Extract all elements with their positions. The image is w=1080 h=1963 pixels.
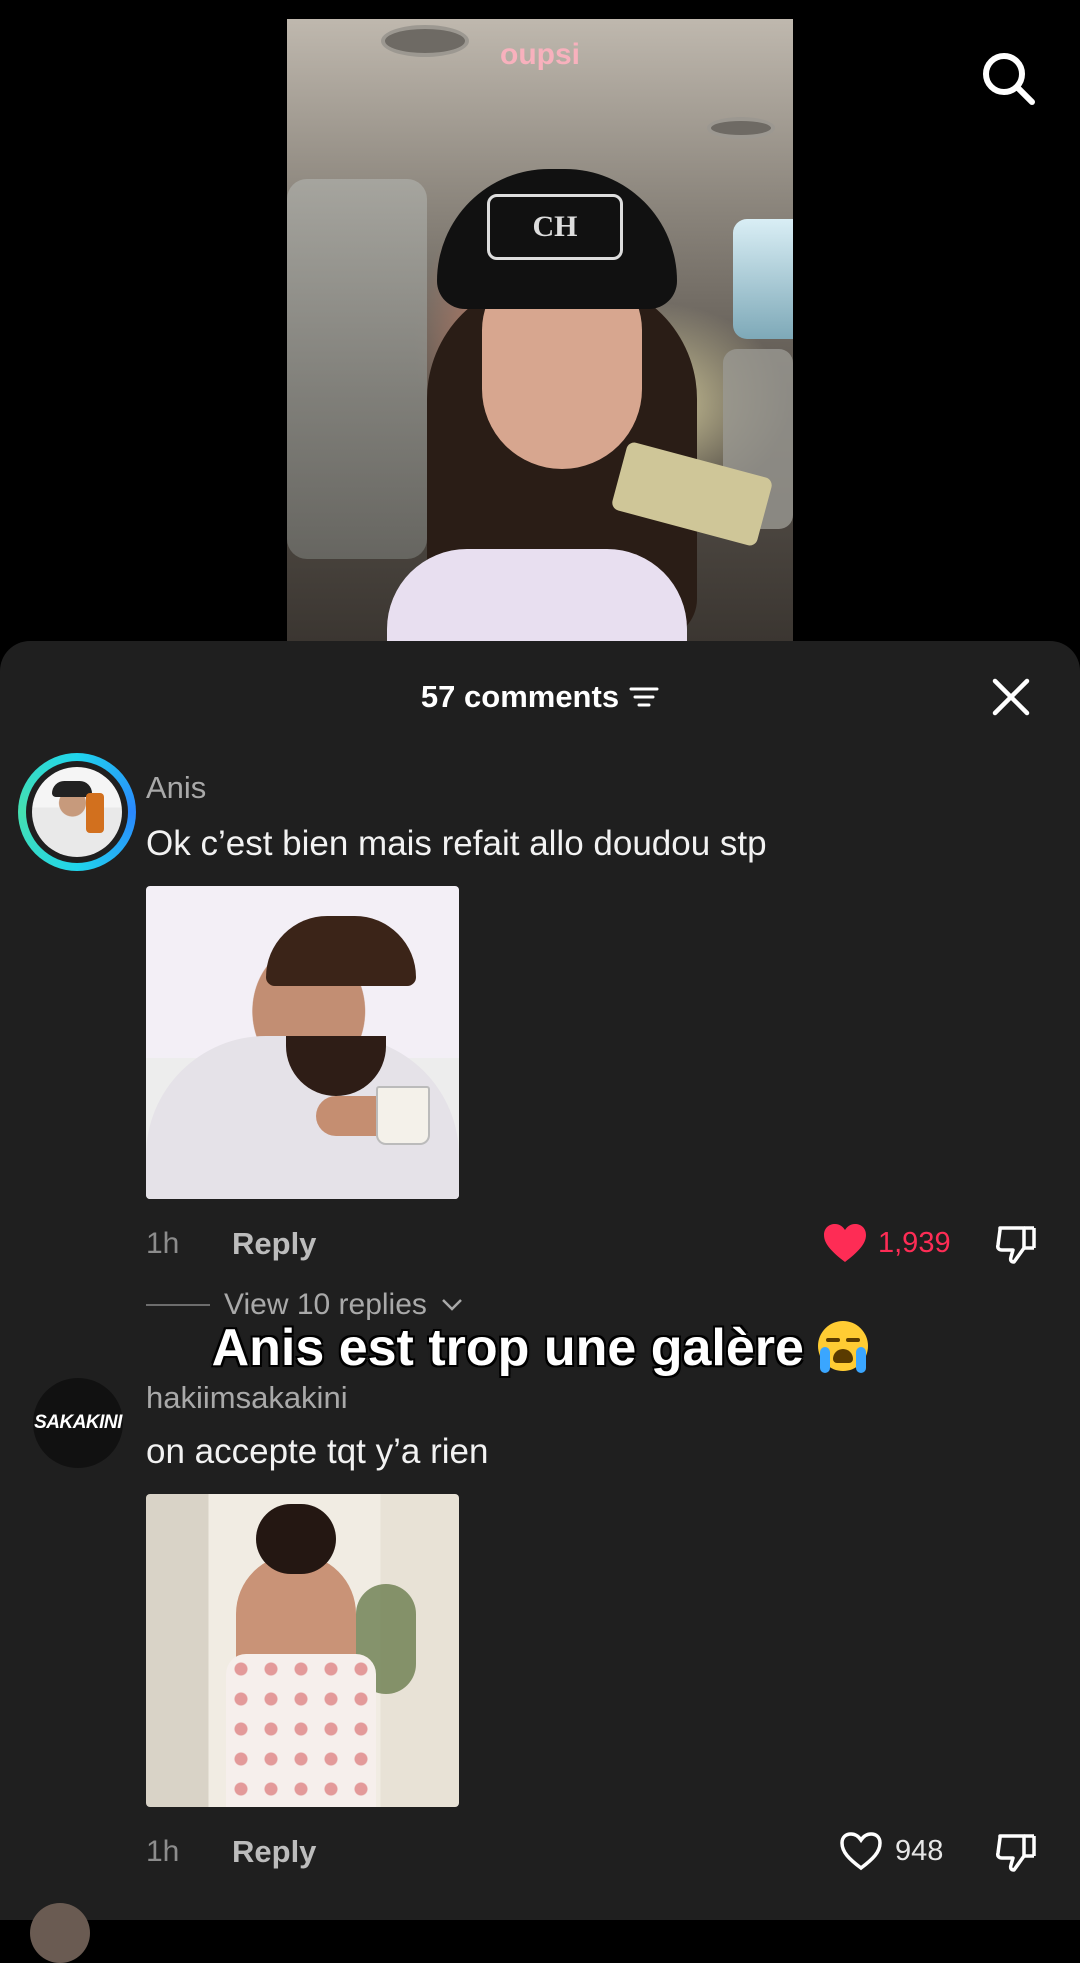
heart-outline-icon[interactable] <box>838 1830 884 1872</box>
video-title: oupsi <box>500 38 580 71</box>
search-icon[interactable] <box>978 48 1038 108</box>
avatar[interactable]: SAKAKINI <box>33 1378 123 1468</box>
person-shirt <box>387 549 687 641</box>
cap-logo: CH <box>487 194 623 260</box>
avatar-logo-text: SAKAKINI <box>34 1412 122 1433</box>
heart-filled-icon[interactable] <box>822 1222 868 1264</box>
reply-button[interactable]: Reply <box>232 1834 316 1870</box>
view-replies-label: View 10 replies <box>224 1288 427 1321</box>
view-replies-button[interactable]: View 10 replies <box>146 1288 463 1322</box>
avatar[interactable] <box>18 753 136 871</box>
reply-button[interactable]: Reply <box>232 1226 316 1262</box>
car-vent <box>707 117 775 139</box>
comments-count: 57 comments <box>420 679 620 714</box>
video-caption-text: Anis est trop une galère <box>211 1319 804 1377</box>
comment-username[interactable]: Anis <box>146 770 206 806</box>
comment-text: Ok c’est bien mais refait allo doudou st… <box>146 824 767 863</box>
crying-emoji-icon <box>818 1321 869 1373</box>
sort-filter-icon[interactable] <box>629 685 659 709</box>
car-window <box>733 219 793 339</box>
comment-text: on accepte tqt y’a rien <box>146 1432 489 1471</box>
close-icon[interactable] <box>990 676 1032 718</box>
video-player[interactable]: CH <box>287 19 793 641</box>
comment-image[interactable] <box>146 886 459 1199</box>
replies-divider <box>146 1304 210 1306</box>
comments-header: 57 comments <box>0 672 1080 722</box>
video-caption-overlay: Anis est trop une galère <box>0 1318 1080 1378</box>
like-count: 1,939 <box>878 1227 951 1259</box>
comment-username[interactable]: hakiimsakakini <box>146 1380 348 1416</box>
comment-image[interactable] <box>146 1494 459 1807</box>
comment-time: 1h <box>146 1227 180 1260</box>
avatar[interactable] <box>30 1903 90 1963</box>
dislike-icon[interactable] <box>994 1222 1038 1266</box>
chevron-down-icon <box>442 1299 462 1311</box>
like-count: 948 <box>895 1835 944 1867</box>
comment-time: 1h <box>146 1835 180 1868</box>
car-seat <box>287 179 427 559</box>
dislike-icon[interactable] <box>994 1830 1038 1874</box>
